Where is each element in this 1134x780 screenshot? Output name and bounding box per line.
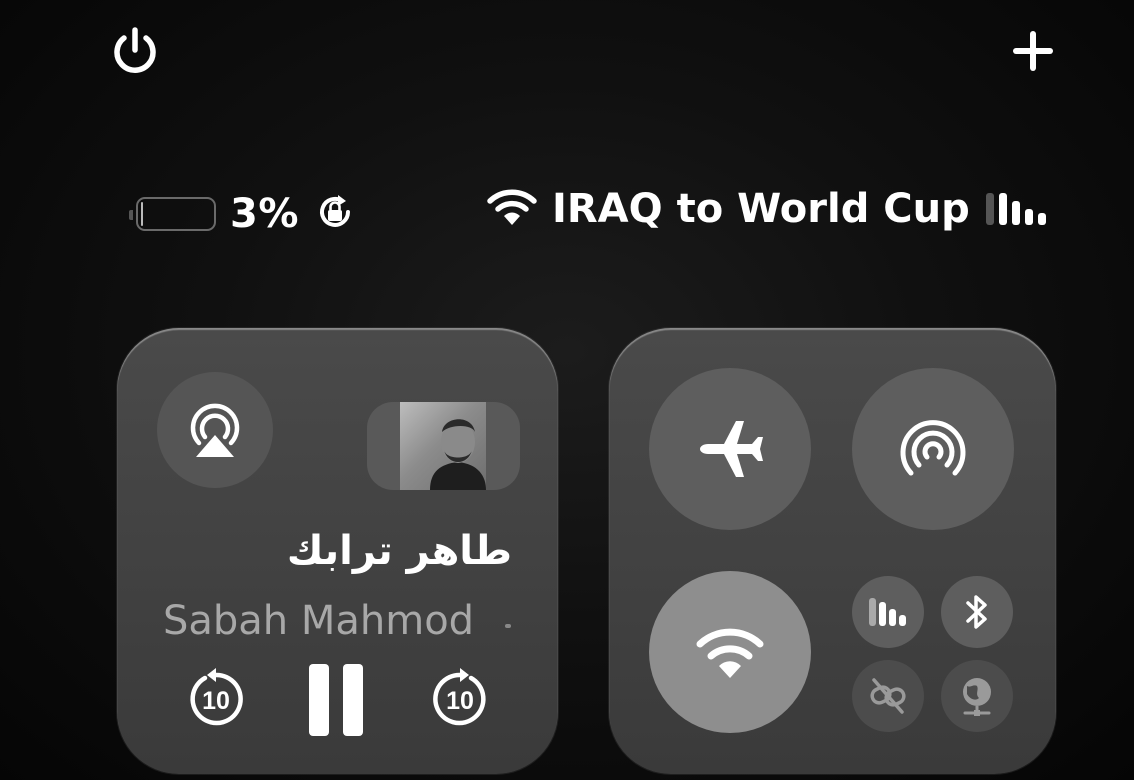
album-artwork-container[interactable] bbox=[367, 402, 520, 490]
airplay-audio-icon bbox=[190, 403, 240, 457]
airplane-icon bbox=[700, 421, 763, 477]
status-bar: 3% IRAQ to World Cup bbox=[0, 186, 1134, 240]
wifi-toggle[interactable] bbox=[649, 571, 811, 733]
battery-icon bbox=[129, 197, 216, 231]
scrolling-text-indicator bbox=[505, 624, 511, 628]
pause-bar-right bbox=[343, 664, 363, 736]
skip-back-icon: 10 bbox=[190, 668, 243, 726]
wifi-network-name: IRAQ to World Cup bbox=[552, 186, 970, 232]
wifi-icon bbox=[486, 187, 538, 231]
song-title: طاهر ترابك bbox=[286, 528, 512, 574]
cellular-icon bbox=[869, 598, 906, 626]
wifi-icon bbox=[696, 628, 764, 678]
skip-forward-button[interactable]: 10 bbox=[429, 668, 491, 730]
pause-button[interactable] bbox=[309, 664, 363, 736]
skip-forward-label: 10 bbox=[446, 687, 474, 715]
battery-percentage: 3% bbox=[230, 191, 299, 237]
airdrop-toggle[interactable] bbox=[852, 368, 1014, 530]
airplane-mode-toggle[interactable] bbox=[649, 368, 811, 530]
cellular-signal-icon bbox=[985, 193, 1046, 225]
skip-back-label: 10 bbox=[202, 687, 230, 715]
battery-status: 3% bbox=[129, 190, 357, 238]
bluetooth-icon bbox=[966, 595, 987, 629]
airdrop-icon bbox=[900, 420, 966, 476]
vpn-toggle[interactable] bbox=[941, 660, 1013, 732]
wifi-status: IRAQ to World Cup bbox=[486, 186, 1046, 232]
playback-controls: 10 10 bbox=[117, 658, 558, 742]
airplay-audio-button[interactable] bbox=[157, 372, 273, 488]
connectivity-module bbox=[609, 328, 1056, 774]
pause-bar-left bbox=[309, 664, 329, 736]
skip-back-button[interactable]: 10 bbox=[185, 668, 247, 730]
control-center: 3% IRAQ to World Cup طاهر ترابك Sabah Ma… bbox=[0, 0, 1134, 780]
cellular-data-toggle[interactable] bbox=[852, 576, 924, 648]
bluetooth-toggle[interactable] bbox=[941, 576, 1013, 648]
plus-icon[interactable] bbox=[1006, 24, 1060, 78]
link-slash-icon bbox=[870, 678, 906, 714]
power-icon[interactable] bbox=[108, 24, 162, 78]
now-playing-module[interactable]: طاهر ترابك Sabah Mahmod 10 10 bbox=[117, 328, 558, 774]
globe-network-icon bbox=[963, 678, 991, 716]
rotation-lock-icon bbox=[313, 190, 357, 238]
skip-forward-icon: 10 bbox=[433, 668, 486, 726]
album-artwork bbox=[400, 402, 486, 490]
artist-name: Sabah Mahmod bbox=[163, 598, 475, 644]
personal-hotspot-toggle[interactable] bbox=[852, 660, 924, 732]
